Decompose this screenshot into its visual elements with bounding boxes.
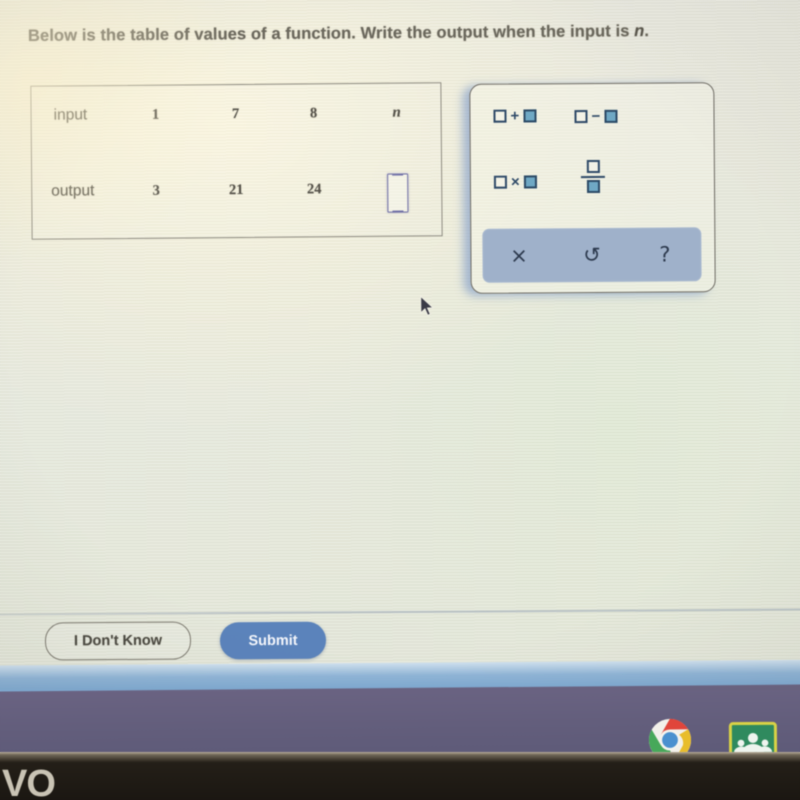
- keypad-button-subtraction[interactable]: −: [574, 107, 618, 126]
- photographed-screen: Below is the table of values of a functi…: [0, 0, 800, 800]
- prompt-variable: n: [634, 22, 645, 41]
- output-cell-1: 3: [152, 182, 160, 199]
- keypad-button-multiplication[interactable]: ×: [493, 173, 537, 191]
- input-cell-4: n: [392, 104, 401, 121]
- submit-button[interactable]: Submit: [219, 621, 327, 660]
- operand-box-empty: [574, 110, 588, 124]
- minus-icon: −: [591, 107, 601, 126]
- plus-icon: +: [510, 107, 520, 125]
- operand-box-filled: [523, 109, 537, 123]
- denominator-box-filled: [586, 180, 600, 194]
- operand-box-filled: [523, 175, 537, 189]
- table-row-input: input 1 7 8 n: [31, 99, 440, 133]
- laptop-bezel: VO: [0, 752, 800, 800]
- keypad-button-fraction[interactable]: [580, 159, 605, 194]
- output-cell-2: 21: [228, 181, 244, 199]
- times-icon: ×: [510, 173, 520, 191]
- numerator-box-empty: [586, 159, 600, 174]
- operand-box-empty: [493, 109, 507, 123]
- operand-box-empty: [493, 175, 508, 189]
- help-icon[interactable]: ?: [628, 242, 701, 266]
- output-answer-box[interactable]: [387, 173, 409, 213]
- row-label-input: input: [53, 106, 88, 124]
- table-row-output: output 3 21 24: [32, 175, 441, 209]
- math-keypad-panel: + − × × ↺ ?: [469, 82, 716, 294]
- prompt-text-after: .: [644, 22, 650, 41]
- dont-know-button[interactable]: I Don't Know: [44, 621, 192, 661]
- clear-icon[interactable]: ×: [482, 243, 555, 267]
- watermark-text: VO: [2, 763, 56, 800]
- mouse-cursor-icon: [420, 295, 435, 317]
- function-values-table: input 1 7 8 n output 3 21 24: [30, 82, 443, 317]
- output-cell-3: 24: [306, 181, 322, 198]
- keypad-control-bar: × ↺ ?: [482, 227, 702, 283]
- prompt-text-before: Below is the table of values of a functi…: [27, 22, 635, 45]
- keypad-button-addition[interactable]: +: [493, 107, 537, 125]
- operand-box-filled: [604, 109, 618, 123]
- input-cell-1: 1: [151, 106, 160, 123]
- input-cell-3: 8: [309, 105, 318, 122]
- row-label-output: output: [51, 182, 95, 200]
- input-cell-2: 7: [231, 105, 240, 123]
- undo-icon[interactable]: ↺: [555, 242, 628, 266]
- fraction-bar-icon: [580, 175, 605, 178]
